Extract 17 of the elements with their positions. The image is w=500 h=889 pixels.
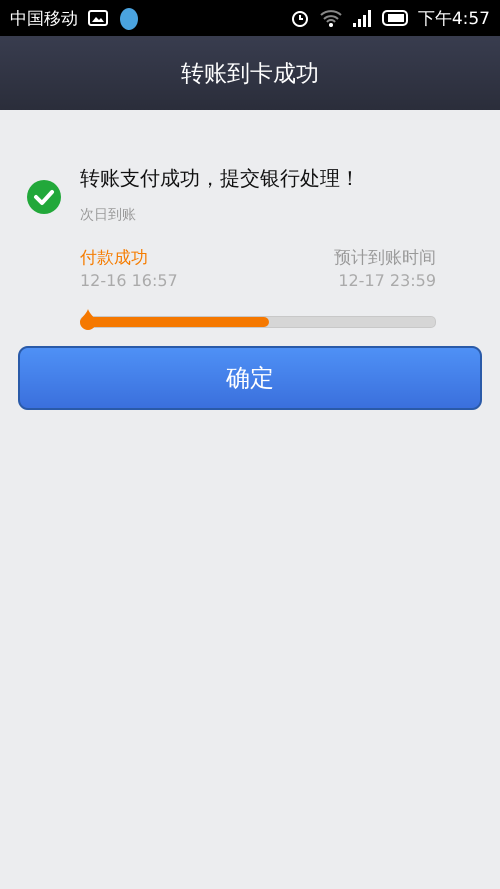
clock-time: 下午4:57 bbox=[418, 8, 490, 30]
arrival-note: 次日到账 bbox=[80, 206, 137, 224]
check-icon bbox=[26, 179, 62, 215]
carrier-name: 中国移动 bbox=[10, 8, 78, 30]
start-label: 付款成功 bbox=[80, 247, 148, 269]
success-message: 转账支付成功，提交银行处理！ bbox=[80, 165, 360, 192]
start-time: 12-16 16:57 bbox=[80, 271, 178, 290]
marker-icon bbox=[79, 308, 97, 330]
page-title: 转账到卡成功 bbox=[181, 60, 319, 88]
image-icon bbox=[88, 10, 108, 26]
alarm-icon bbox=[290, 8, 310, 28]
end-label: 预计到账时间 bbox=[334, 247, 436, 269]
wifi-icon bbox=[320, 9, 342, 27]
signal-icon bbox=[352, 9, 372, 27]
battery-icon bbox=[382, 10, 408, 26]
confirm-button[interactable]: 确定 bbox=[18, 346, 482, 410]
end-time: 12-17 23:59 bbox=[338, 271, 436, 290]
